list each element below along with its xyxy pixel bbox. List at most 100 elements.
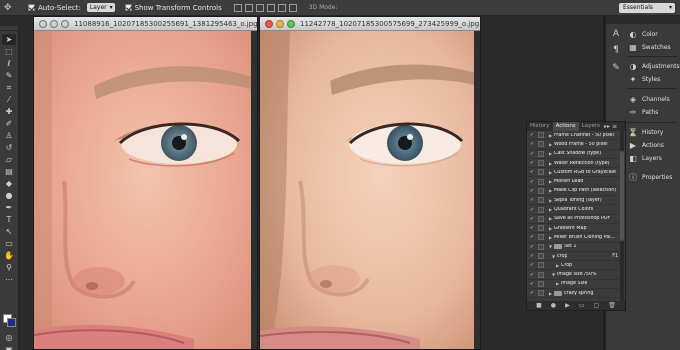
type-tool-icon[interactable]: T: [2, 214, 16, 225]
action-row[interactable]: ✓ ▼ image size /50%: [527, 270, 621, 280]
action-set-row[interactable]: ✓ ▼ Set 1: [527, 243, 621, 252]
collapse-triangle-icon[interactable]: ▼: [550, 254, 557, 259]
tab-layers[interactable]: Layers: [579, 122, 603, 131]
zoom-button[interactable]: [61, 19, 69, 28]
close-button[interactable]: [265, 19, 273, 28]
auto-select-option[interactable]: Auto-Select: Layer: [28, 3, 115, 12]
action-row[interactable]: ✓ ▶ Water Reflection (type): [527, 159, 621, 169]
close-button[interactable]: [39, 19, 47, 28]
brush-tool-icon[interactable]: ✐: [2, 118, 16, 129]
eraser-tool-icon[interactable]: ▱: [2, 154, 16, 165]
check-icon[interactable]: ✓: [529, 234, 535, 240]
workspace-select[interactable]: Essentials: [619, 3, 675, 13]
tab-history[interactable]: History: [527, 122, 553, 131]
dialog-toggle[interactable]: [538, 141, 544, 148]
dialog-toggle[interactable]: [538, 253, 544, 259]
document-2-titlebar[interactable]: 11242778_10207185300575699_273425999_o.j…: [260, 17, 480, 31]
marquee-tool-icon[interactable]: ⬚: [2, 46, 16, 57]
document-1-scrollbar[interactable]: [251, 31, 257, 349]
action-row[interactable]: ✓ ▶ Custom RGB to Grayscale: [527, 168, 621, 178]
dialog-toggle[interactable]: [538, 243, 544, 250]
action-row[interactable]: ✓ ▶ Quadrant Colors: [527, 205, 621, 215]
minimize-button[interactable]: [50, 19, 58, 28]
align-middle-icon[interactable]: [244, 3, 253, 12]
check-icon[interactable]: ✓: [529, 207, 535, 213]
tools-grip[interactable]: [0, 26, 18, 31]
record-icon[interactable]: ●: [551, 302, 556, 309]
scrollbar-thumb[interactable]: [620, 151, 624, 241]
minimize-button[interactable]: [276, 19, 284, 28]
show-transform-controls-option[interactable]: Show Transform Controls: [124, 4, 222, 12]
zoom-tool-icon[interactable]: ⚲: [2, 262, 16, 273]
new-set-icon[interactable]: ▭: [579, 302, 585, 309]
document-window-1[interactable]: 11088916_10207185300255691_1381295463_o.…: [33, 16, 258, 350]
tab-actions[interactable]: Actions: [552, 122, 579, 131]
document-1-canvas[interactable]: [34, 31, 257, 349]
check-icon[interactable]: ✓: [529, 253, 535, 259]
action-row[interactable]: ✓ ▶ Save as Photoshop PDF: [527, 215, 621, 224]
stop-icon[interactable]: ■: [536, 302, 542, 309]
action-row[interactable]: ✓ ▶ Mixer Brush Cloning Pai...: [527, 233, 621, 243]
move-tool-icon[interactable]: ✥: [4, 2, 18, 14]
document-2-scrollbar[interactable]: [474, 31, 480, 349]
dialog-toggle[interactable]: [538, 150, 544, 157]
check-icon[interactable]: ✓: [529, 216, 535, 222]
align-center-icon[interactable]: [277, 3, 286, 12]
expand-triangle-icon[interactable]: ▶: [554, 281, 561, 286]
expand-triangle-icon[interactable]: ▶: [547, 207, 554, 212]
panel-styles[interactable]: ✦ Styles: [628, 75, 661, 84]
auto-select-target-select[interactable]: Layer: [86, 3, 115, 12]
document-window-2[interactable]: 11242778_10207185300575699_273425999_o.j…: [259, 16, 481, 350]
dialog-toggle[interactable]: [538, 262, 544, 269]
expand-triangle-icon[interactable]: ▶: [554, 263, 561, 268]
expand-triangle-icon[interactable]: ▶: [547, 133, 554, 138]
new-action-icon[interactable]: ▢: [594, 302, 600, 309]
align-bottom-icon[interactable]: [255, 3, 264, 12]
check-icon[interactable]: ✓: [529, 244, 535, 250]
document-1-titlebar[interactable]: 11088916_10207185300255691_1381295463_o.…: [34, 17, 257, 31]
panel-paths[interactable]: ✑ Paths: [628, 108, 659, 117]
pen-tool-icon[interactable]: ✒: [2, 202, 16, 213]
lasso-tool-icon[interactable]: ℓ: [2, 58, 16, 69]
brush-presets-icon[interactable]: ✎: [610, 62, 622, 74]
document-2-canvas[interactable]: [260, 31, 480, 349]
dialog-toggle[interactable]: [538, 234, 544, 241]
check-icon[interactable]: ✓: [529, 160, 535, 166]
show-transform-controls-checkbox[interactable]: [124, 4, 132, 11]
dialog-toggle[interactable]: [538, 132, 544, 139]
panel-menu-icon[interactable]: ▸▸ ≡: [604, 122, 617, 131]
panel-color[interactable]: ◐ Color: [628, 30, 658, 39]
panel-properties[interactable]: ⓘ Properties: [628, 173, 672, 182]
more-tools-icon[interactable]: ⋯: [2, 274, 16, 285]
action-step-row[interactable]: ✓ ▶ Crop: [527, 261, 621, 271]
tool-presets-icon[interactable]: A: [610, 28, 622, 40]
action-row[interactable]: ✓ ▶ Gradient Map: [527, 224, 621, 234]
shape-tool-icon[interactable]: ▭: [2, 238, 16, 249]
play-icon[interactable]: ▶: [565, 302, 570, 309]
check-icon[interactable]: ✓: [529, 290, 535, 296]
panel-history[interactable]: ⌛ History: [628, 128, 663, 137]
check-icon[interactable]: ✓: [529, 262, 535, 268]
crop-tool-icon[interactable]: ⌗: [2, 82, 16, 93]
blur-tool-icon[interactable]: ◆: [2, 178, 16, 189]
expand-triangle-icon[interactable]: ▶: [547, 161, 554, 166]
dialog-toggle[interactable]: [538, 225, 544, 232]
expand-triangle-icon[interactable]: ▶: [547, 170, 554, 175]
panel-actions[interactable]: ▶ Actions: [628, 141, 664, 150]
expand-triangle-icon[interactable]: ▶: [547, 142, 554, 147]
action-row[interactable]: ✓ ▶ Molten Lead: [527, 177, 621, 187]
check-icon[interactable]: ✓: [529, 225, 535, 231]
panel-channels[interactable]: ◈ Channels: [628, 95, 670, 104]
screen-mode-icon[interactable]: ▣: [2, 344, 16, 350]
check-icon[interactable]: ✓: [529, 169, 535, 175]
zoom-button[interactable]: [287, 19, 295, 28]
expand-triangle-icon[interactable]: ▶: [547, 226, 554, 231]
expand-triangle-icon[interactable]: ▶: [547, 179, 554, 184]
history-brush-tool-icon[interactable]: ↺: [2, 142, 16, 153]
action-row[interactable]: ✓ ▶ Sepia Toning (layer): [527, 196, 621, 206]
gradient-tool-icon[interactable]: ▤: [2, 166, 16, 177]
check-icon[interactable]: ✓: [529, 281, 535, 287]
dialog-toggle[interactable]: [538, 197, 544, 204]
panel-layers[interactable]: ◧ Layers: [628, 154, 662, 163]
align-left-icon[interactable]: [266, 3, 275, 12]
